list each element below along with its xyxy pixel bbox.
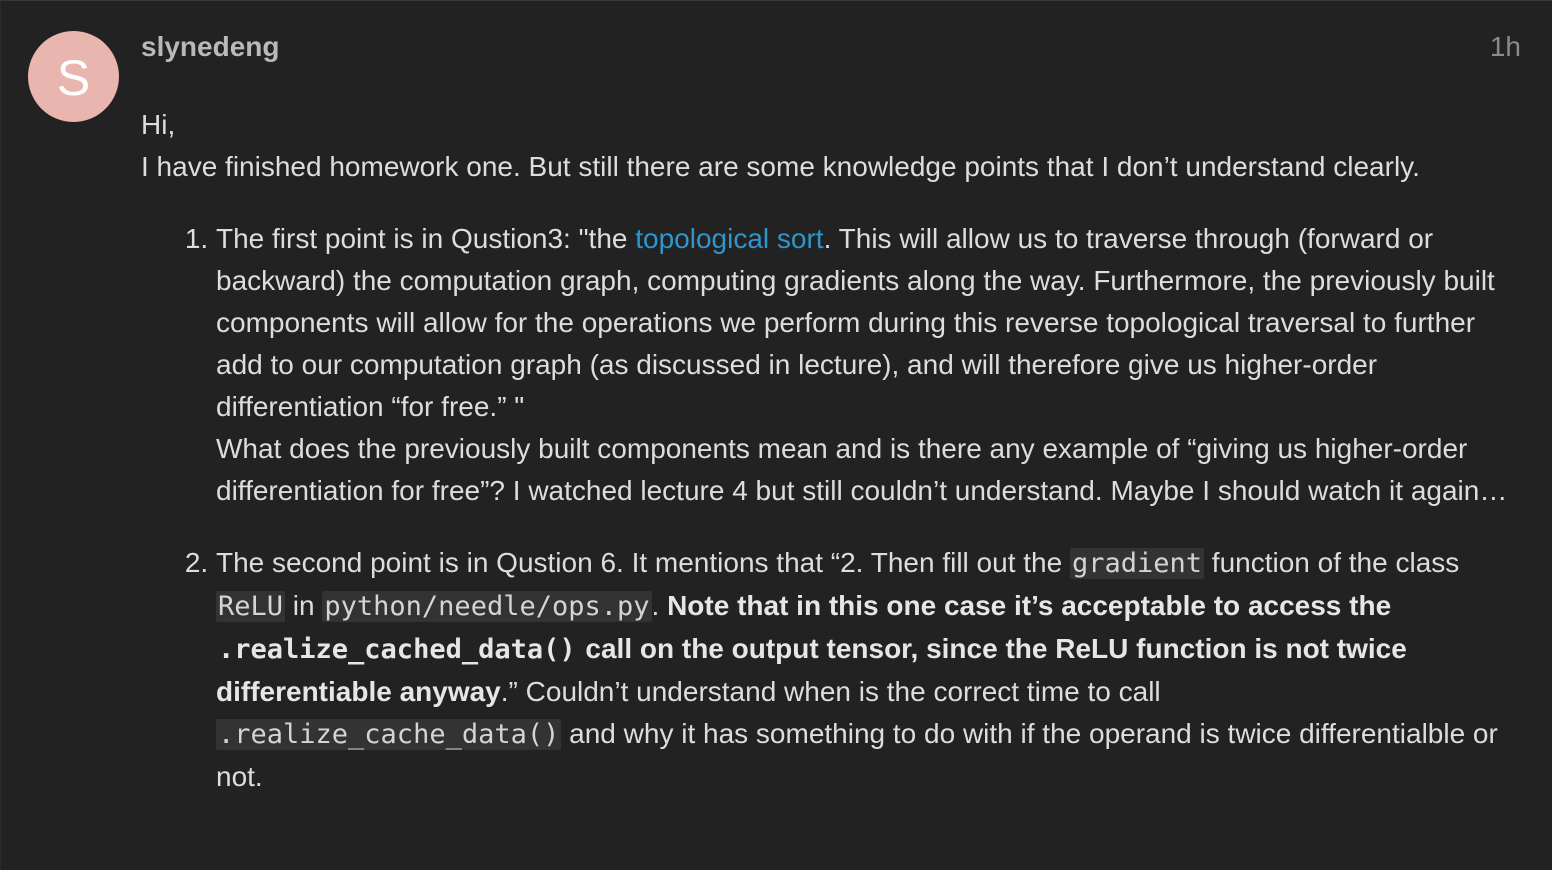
item-2-text: The second point is in Qustion 6. It men… xyxy=(216,547,1070,578)
post-time[interactable]: 1h xyxy=(1490,30,1521,64)
item-2-text: function of the class xyxy=(1204,547,1460,578)
item-2-text: .” Couldn’t understand when is the corre… xyxy=(500,676,1161,707)
item-1-text: The first point is in Qustion3: "the xyxy=(216,223,636,254)
code-ops-path: python/needle/ops.py xyxy=(322,591,652,622)
code-relu: ReLU xyxy=(216,591,286,622)
code-realize-cached-data: .realize_cached_data() xyxy=(218,634,576,665)
item-2-text: . xyxy=(651,590,668,621)
greeting: Hi, xyxy=(141,109,176,140)
code-gradient: gradient xyxy=(1069,548,1205,579)
list-item: The second point is in Qustion 6. It men… xyxy=(216,542,1526,798)
forum-post: S slynedeng 1h Hi, I have finished homew… xyxy=(0,0,1552,870)
post-body: Hi, I have finished homework one. But st… xyxy=(141,104,1526,828)
topological-sort-link[interactable]: topological sort xyxy=(635,223,823,254)
code-realize-cache-data: .realize_cache_data() xyxy=(216,719,562,750)
avatar[interactable]: S xyxy=(28,31,119,122)
bold-note-text: Note that in this one case it’s acceptab… xyxy=(667,590,1392,621)
list-item: The first point is in Qustion3: "the top… xyxy=(216,218,1526,512)
author-name[interactable]: slynedeng xyxy=(141,30,279,64)
question-list: The first point is in Qustion3: "the top… xyxy=(141,218,1526,798)
item-1-question: What does the previously built component… xyxy=(216,433,1508,506)
item-2-text: in xyxy=(285,590,323,621)
intro-paragraph: I have finished homework one. But still … xyxy=(141,151,1420,182)
avatar-letter: S xyxy=(56,49,91,106)
